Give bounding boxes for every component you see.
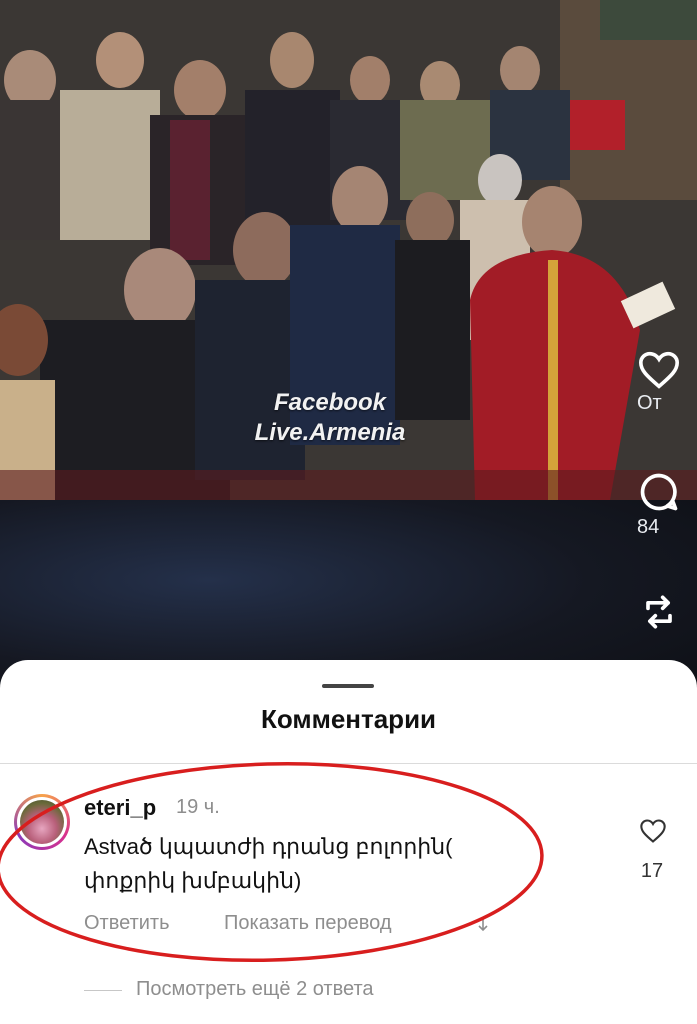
avatar[interactable] (14, 794, 70, 850)
like-video-button[interactable]: От (637, 350, 697, 415)
chevron-down-icon[interactable] (476, 916, 490, 934)
view-replies-button[interactable]: Посмотреть ещё 2 ответа (136, 978, 374, 1001)
sheet-title: Комментарии (260, 704, 437, 734)
title-divider (0, 763, 697, 764)
comment-time: 19 ч. (176, 796, 220, 818)
repost-icon (646, 595, 672, 629)
comments-sheet: Комментарии eteri_p 19 ч. Astvaծ կպատժի … (0, 660, 697, 1024)
heart-icon (638, 351, 680, 389)
comments-button[interactable]: 84 (637, 470, 697, 539)
watermark-line-2: Live.Armenia (254, 419, 406, 446)
comment-username[interactable]: eteri_p (84, 795, 156, 821)
show-translation-button[interactable]: Показать перевод (224, 912, 392, 935)
avatar-image (20, 800, 64, 844)
sheet-drag-handle[interactable] (322, 684, 374, 688)
comment-count: 84 (637, 516, 660, 538)
avatar-ring (17, 797, 67, 847)
comment-icon (640, 473, 678, 511)
replies-line (84, 990, 122, 991)
reply-button[interactable]: Ответить (84, 912, 170, 935)
comment-like-count: 17 (640, 860, 664, 882)
video-watermark: Facebook Live.Armenia (230, 388, 430, 448)
like-video-label: От (637, 392, 662, 414)
watermark-line-1: Facebook (273, 389, 387, 416)
comment-text: Astvaծ կպատժի դրանց բոլորին( փոքրիկ խմբա… (84, 834, 453, 893)
repost-button[interactable] (637, 590, 697, 634)
video-player[interactable]: Facebook Live.Armenia От 84 (0, 0, 697, 700)
comment-heart-icon[interactable] (639, 818, 667, 844)
